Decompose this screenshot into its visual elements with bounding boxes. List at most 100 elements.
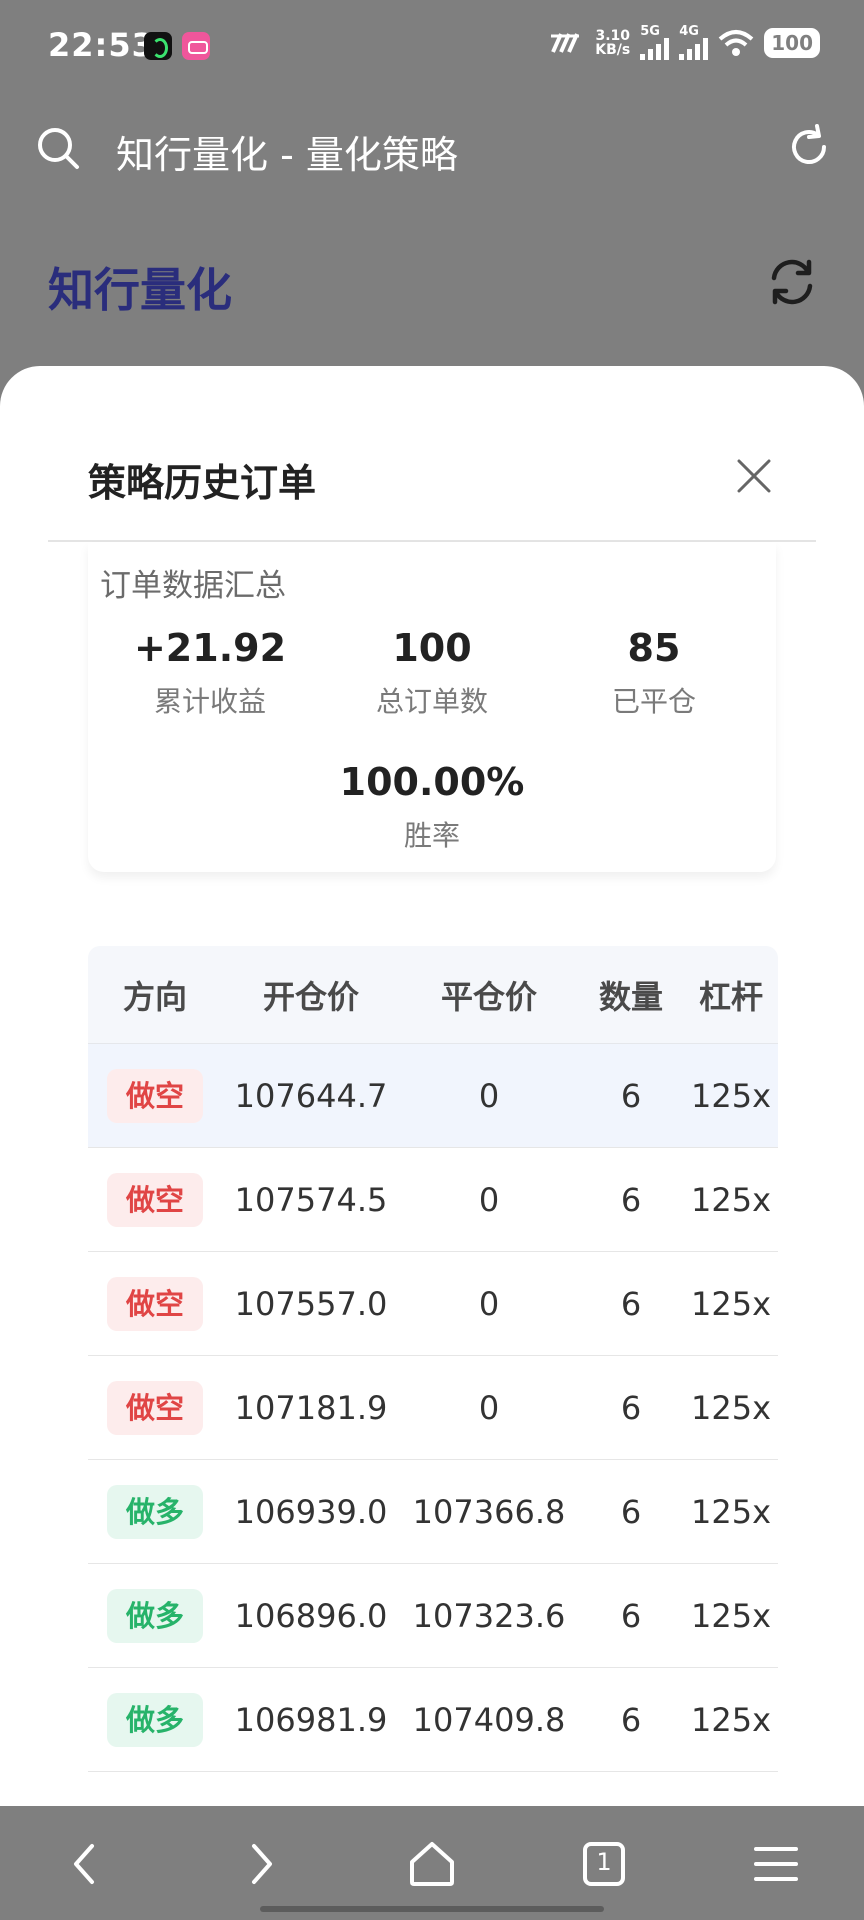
summary-heading: 订单数据汇总 [100,568,286,604]
page-header: 知行量化 [0,206,864,356]
leverage-cell: 125x [690,1076,771,1115]
direction-cell: 做空 [88,1276,222,1331]
direction-cell: 做空 [88,1068,222,1123]
nfc-icon [551,33,580,53]
header-leverage: 杠杆 [698,977,763,1016]
direction-tag: 做多 [107,1692,203,1747]
order-history-modal: 策略历史订单 订单数据汇总 +21.92 累计收益 100 总订单数 85 已平… [0,366,864,1806]
direction-cell: 做空 [88,1172,222,1227]
leverage-cell: 125x [690,1596,771,1635]
forward-icon[interactable] [232,1836,288,1892]
signal-bars-icon [640,38,670,60]
stat-value: +21.92 [133,626,287,670]
leverage-cell: 125x [690,1492,771,1531]
wifi-icon [718,30,754,56]
search-icon[interactable] [34,124,82,172]
direction-tag: 做空 [107,1172,203,1227]
stat-label: 总订单数 [375,685,488,718]
quantity-cell: 6 [620,1700,642,1739]
stat-label: 胜率 [403,819,460,852]
direction-tag: 做多 [107,1588,203,1643]
quantity-cell: 6 [620,1076,642,1115]
close-price-cell: 107366.8 [412,1492,566,1531]
browser-bottom-nav: 1 [0,1806,864,1920]
battery-indicator: 100 [764,28,820,58]
signal-4g: 4G [679,24,709,60]
open-price-cell: 106896.0 [234,1596,388,1635]
music-app-icon [144,32,172,60]
status-bar: 22:53 3.10 KB/s 5G 4G 100 [0,0,864,96]
leverage-cell: 125x [690,1700,771,1739]
table-row[interactable]: 做空 107644.7 0 6 125x [88,1044,778,1148]
close-price-cell: 0 [478,1284,500,1323]
signal-4g-label: 4G [679,24,699,39]
direction-cell: 做空 [88,1380,222,1435]
table-header: 方向 开仓价 平仓价 数量 杠杆 [88,946,778,1044]
leverage-cell: 125x [690,1388,771,1427]
close-price-cell: 107409.8 [412,1700,566,1739]
table-row[interactable]: 做空 107181.9 0 6 125x [88,1356,778,1460]
menu-icon[interactable] [748,1836,804,1892]
close-icon[interactable] [736,458,772,494]
header-close-price: 平仓价 [440,977,537,1016]
close-price-cell: 0 [478,1388,500,1427]
open-price-cell: 106939.0 [234,1492,388,1531]
network-speed-unit: KB/s [595,42,631,58]
quantity-cell: 6 [620,1180,642,1219]
leverage-cell: 125x [690,1284,771,1323]
table-row[interactable]: 做空 107574.5 0 6 125x [88,1148,778,1252]
open-price-cell: 107557.0 [234,1284,388,1323]
stat-win-rate: 100.00% 胜率 [322,760,542,854]
direction-tag: 做空 [107,1276,203,1331]
quantity-cell: 6 [620,1492,642,1531]
table-row[interactable]: 做多 106896.0 107323.6 6 125x [88,1564,778,1668]
reload-icon[interactable] [784,122,834,172]
stat-value: 100.00% [339,760,525,804]
order-summary-card: 订单数据汇总 +21.92 累计收益 100 总订单数 85 已平仓 100.0… [88,542,776,872]
direction-tag: 做空 [107,1380,203,1435]
signal-5g-label: 5G [640,24,660,39]
modal-title: 策略历史订单 [88,461,317,505]
close-price-cell: 0 [478,1180,500,1219]
direction-cell: 做多 [88,1484,222,1539]
quantity-cell: 6 [620,1388,642,1427]
direction-tag: 做空 [107,1068,203,1123]
direction-tag: 做多 [107,1484,203,1539]
back-icon[interactable] [58,1836,114,1892]
stat-total-profit: +21.92 累计收益 [100,626,320,720]
quantity-cell: 6 [620,1284,642,1323]
close-price-cell: 107323.6 [412,1596,566,1635]
home-indicator[interactable] [260,1906,604,1912]
open-price-cell: 107181.9 [234,1388,388,1427]
header-quantity: 数量 [598,977,663,1016]
header-direction: 方向 [122,977,187,1016]
quantity-cell: 6 [620,1596,642,1635]
stat-value: 100 [392,626,472,670]
stat-closed: 85 已平仓 [544,626,764,720]
stat-total-orders: 100 总订单数 [322,626,542,720]
open-price-cell: 107574.5 [234,1180,388,1219]
screen: 22:53 3.10 KB/s 5G 4G 100 知行量化 - 量化策略 知行… [0,0,864,1920]
status-time: 22:53 [48,26,155,64]
home-icon[interactable] [404,1836,460,1892]
close-price-cell: 0 [478,1076,500,1115]
brand-title: 知行量化 [48,263,232,317]
table-row[interactable]: 做多 106939.0 107366.8 6 125x [88,1460,778,1564]
browser-toolbar: 知行量化 - 量化策略 [0,96,864,206]
leverage-cell: 125x [690,1180,771,1219]
direction-cell: 做多 [88,1692,222,1747]
status-indicators: 3.10 KB/s 5G 4G 100 [551,24,820,60]
open-price-cell: 107644.7 [234,1076,388,1115]
signal-5g: 5G [640,24,670,60]
direction-cell: 做多 [88,1588,222,1643]
table-row[interactable]: 做多 106981.9 107409.8 6 125x [88,1668,778,1772]
tabs-button[interactable]: 1 [576,1836,632,1892]
stat-label: 已平仓 [611,685,696,718]
stat-value: 85 [627,626,681,670]
orders-table: 方向 开仓价 平仓价 数量 杠杆 做空 107644.7 0 6 125x 做空… [88,946,778,1772]
table-row[interactable]: 做空 107557.0 0 6 125x [88,1252,778,1356]
stat-label: 累计收益 [153,685,266,718]
header-open-price: 开仓价 [262,977,359,1016]
browser-page-title[interactable]: 知行量化 - 量化策略 [116,124,458,179]
refresh-icon[interactable] [764,254,820,310]
